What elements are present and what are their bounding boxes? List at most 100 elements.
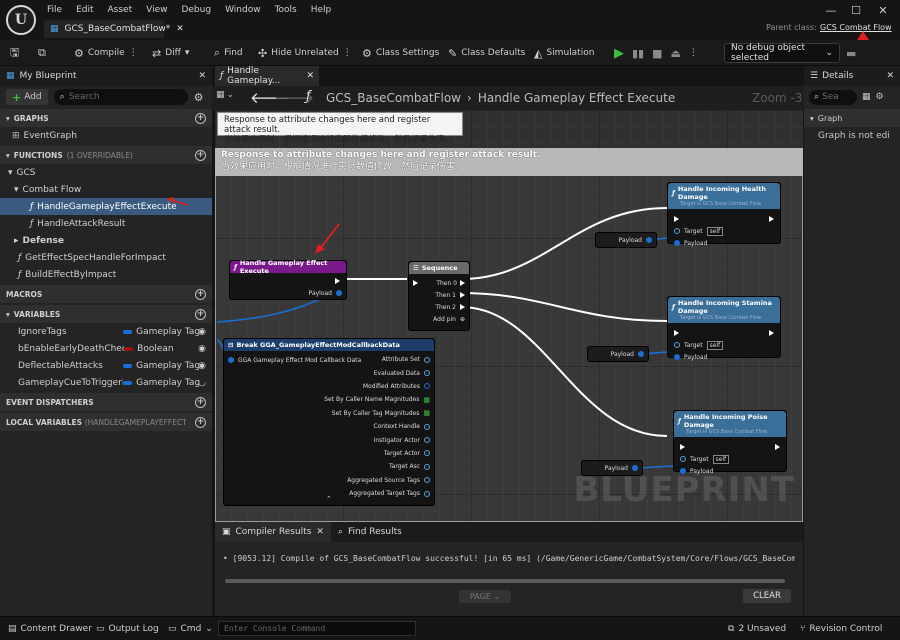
details-graph-section[interactable]: ▾ Graph xyxy=(804,109,900,127)
blueprint-search-input[interactable]: ⌕ Search xyxy=(53,89,188,105)
add-variable-icon[interactable]: + xyxy=(195,308,206,320)
content-drawer-button[interactable]: ▤ Content Drawer xyxy=(8,622,92,636)
struct-output-pin[interactable]: Instigator Actor xyxy=(324,433,430,446)
variable-item[interactable]: DeflectableAttacks Gameplay Tag ◉ xyxy=(0,357,212,374)
function-item-get-effect-spec[interactable]: ƒ GetEffectSpecHandleForImpact xyxy=(0,249,212,266)
add-local-variable-icon[interactable]: + xyxy=(195,416,206,428)
struct-output-pin[interactable]: Attribute Set xyxy=(324,353,430,366)
menu-tools[interactable]: Tools xyxy=(268,5,304,15)
settings-gear-icon[interactable]: ⚙ xyxy=(194,91,204,104)
struct-output-pin[interactable]: Target Asc xyxy=(324,460,430,473)
collapse-arrow-icon[interactable]: ⌃ xyxy=(326,495,332,503)
graph-options-button[interactable]: ▦ ⌄ xyxy=(216,90,234,100)
play-options-icon[interactable]: ⋮ xyxy=(689,48,698,58)
event-dispatchers-section[interactable]: EVENT DISPATCHERS + xyxy=(0,393,212,411)
table-view-icon[interactable]: ▦ xyxy=(862,92,871,102)
struct-output-pin[interactable]: Aggregated Source Tags xyxy=(324,474,430,487)
close-window-icon[interactable]: ✕ xyxy=(872,2,894,18)
menu-view[interactable]: View xyxy=(139,5,174,15)
handle-damage-node[interactable]: ƒ Handle Incoming Stamina Damage Target is… xyxy=(667,296,781,361)
minimize-icon[interactable]: — xyxy=(820,2,842,18)
exec-pins[interactable] xyxy=(674,441,786,453)
handle-damage-node[interactable]: ƒ Handle Incoming Health Damage Target is … xyxy=(667,182,781,247)
clear-button[interactable]: CLEAR xyxy=(743,589,791,603)
exec-pins[interactable] xyxy=(668,327,780,339)
menu-edit[interactable]: Edit xyxy=(69,5,100,15)
compile-options-icon[interactable]: ⋮ xyxy=(129,48,138,58)
handle-damage-node[interactable]: ƒ Handle Incoming Poise Damage Target is G… xyxy=(673,410,787,475)
target-pin[interactable]: Target self xyxy=(668,339,780,351)
add-graph-icon[interactable]: + xyxy=(195,112,206,124)
my-blueprint-tab[interactable]: ▦ My Blueprint ✕ xyxy=(0,66,212,86)
payload-variable-node[interactable]: Payload xyxy=(595,232,657,248)
macros-section[interactable]: MACROS + xyxy=(0,285,212,303)
variable-item[interactable]: GameplayCueToTriggerPer Gameplay Tag◡ xyxy=(0,374,212,391)
add-pin-button[interactable]: Add pin ⊕ xyxy=(409,313,469,325)
add-function-icon[interactable]: + xyxy=(195,149,206,161)
struct-output-pin[interactable]: Target Actor xyxy=(324,447,430,460)
close-tab-icon[interactable]: ✕ xyxy=(176,24,184,34)
unsaved-button[interactable]: ⧉ 2 Unsaved xyxy=(728,622,786,636)
breadcrumb-function[interactable]: Handle Gameplay Effect Execute xyxy=(478,91,675,105)
add-dispatcher-icon[interactable]: + xyxy=(195,396,206,408)
category-defense[interactable]: ▸ Defense xyxy=(0,232,212,249)
settings-gear-icon[interactable]: ⚙ xyxy=(876,92,884,102)
tab-find-results[interactable]: ⌕ Find Results xyxy=(331,522,409,542)
functions-section[interactable]: ▾ FUNCTIONS (1 OVERRIDABLE) + xyxy=(0,146,212,164)
target-pin[interactable]: Target self xyxy=(674,453,786,465)
class-settings-button[interactable]: ⚙ Class Settings xyxy=(362,44,439,62)
local-variables-section[interactable]: LOCAL VARIABLES (HANDLEGAMEPLAYEFFECTEXE… xyxy=(0,413,212,431)
struct-output-pin[interactable]: Set By Caller Name Magnitudes ▦ xyxy=(324,393,430,406)
menu-asset[interactable]: Asset xyxy=(101,5,140,15)
payload-in-pin[interactable]: Payload xyxy=(668,237,780,249)
console-command-input[interactable]: Enter Console Command xyxy=(218,621,416,636)
add-button[interactable]: + Add xyxy=(6,89,48,105)
self-value[interactable]: self xyxy=(712,454,730,464)
function-item-handle-attack-result[interactable]: ƒ HandleAttackResult xyxy=(0,215,212,232)
simulation-button[interactable]: ◭ Simulation xyxy=(534,44,594,62)
hide-unrelated-options-icon[interactable]: ⋮ xyxy=(343,48,352,58)
menu-file[interactable]: File xyxy=(40,5,69,15)
find-button[interactable]: ⌕ Find xyxy=(214,44,243,62)
class-defaults-button[interactable]: ✎ Class Defaults xyxy=(448,44,525,62)
graphs-section[interactable]: ▾ GRAPHS + xyxy=(0,109,212,127)
graph-canvas[interactable]: Response to attribute changes here and r… xyxy=(215,110,803,522)
payload-variable-node[interactable]: Payload xyxy=(587,346,649,362)
close-panel-icon[interactable]: ✕ xyxy=(198,71,206,81)
unreal-logo-icon[interactable]: U xyxy=(6,5,36,35)
menu-debug[interactable]: Debug xyxy=(174,5,218,15)
function-entry-node[interactable]: ƒ Handle Gameplay Effect Execute Payload xyxy=(229,259,347,300)
struct-output-pin[interactable]: Aggregated Target Tags xyxy=(324,487,430,500)
hide-unrelated-button[interactable]: ✣ Hide Unrelated ⋮ xyxy=(258,44,352,62)
sequence-then-2[interactable]: Then 2 xyxy=(409,301,469,313)
add-macro-icon[interactable]: + xyxy=(195,288,206,300)
break-struct-node[interactable]: ⊟ Break GGA_GameplayEffectModCallbackDat… xyxy=(223,338,435,506)
diff-button[interactable]: ⇄ Diff ▾ xyxy=(152,44,189,62)
self-value[interactable]: self xyxy=(706,226,724,236)
pause-icon[interactable]: ▮▮ xyxy=(632,47,644,60)
function-item-build-effect[interactable]: ƒ BuildEffectByImpact xyxy=(0,266,212,283)
struct-output-pin[interactable]: Evaluated Data xyxy=(324,366,430,379)
exec-in-pin-icon[interactable] xyxy=(413,280,418,286)
compile-button[interactable]: ⚙ Compile ⋮ xyxy=(74,44,138,62)
menu-window[interactable]: Window xyxy=(218,5,268,15)
self-value[interactable]: self xyxy=(706,340,724,350)
exec-out-pin[interactable] xyxy=(230,275,346,287)
visibility-eye-icon[interactable]: ◉ xyxy=(198,361,206,371)
revision-control-button[interactable]: ⑂ Revision Control xyxy=(800,622,882,636)
breadcrumb-class[interactable]: GCS_BaseCombatFlow xyxy=(326,91,461,105)
category-gcs[interactable]: ▾ GCS xyxy=(0,164,212,181)
exec-pins[interactable] xyxy=(668,213,780,225)
close-tab-icon[interactable]: ✕ xyxy=(306,71,314,81)
tab-compiler-results[interactable]: ▣ Compiler Results ✕ xyxy=(215,522,331,542)
page-button[interactable]: PAGE ⌄ xyxy=(459,590,511,603)
target-pin[interactable]: Target self xyxy=(668,225,780,237)
variable-item[interactable]: IgnoreTags Gameplay Tag ◉ xyxy=(0,323,212,340)
browse-button[interactable]: ⧉ xyxy=(38,44,46,62)
play-icon[interactable]: ▶ xyxy=(614,46,624,61)
cmd-select[interactable]: ▭ Cmd ⌄ xyxy=(168,622,213,636)
payload-in-pin[interactable]: Payload xyxy=(668,351,780,363)
save-button[interactable]: 🖫 xyxy=(10,44,19,62)
variable-item[interactable]: bEnableEarlyDeathCheck Boolean ◉ xyxy=(0,340,212,357)
document-tab[interactable]: ▦ GCS_BaseCombatFlow* ✕ xyxy=(44,20,184,38)
